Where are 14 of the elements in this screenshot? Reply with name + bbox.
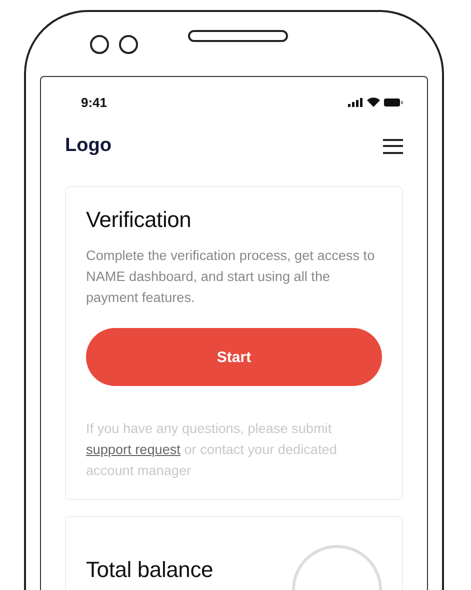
speaker-icon <box>188 30 288 42</box>
sensor-icon <box>119 34 138 54</box>
status-time: 9:41 <box>81 94 108 110</box>
battery-icon <box>384 98 403 106</box>
signal-icon <box>348 98 363 106</box>
support-request-link[interactable]: support request <box>86 442 180 457</box>
wifi-icon <box>367 97 380 107</box>
card-title: Total balance <box>86 557 214 583</box>
card-title: Verification <box>86 207 192 233</box>
logo[interactable]: Logo <box>65 135 112 157</box>
start-button[interactable]: Start <box>86 328 382 386</box>
camera-icon <box>90 34 109 54</box>
card-description: Complete the verification process, get access to NAME dashboard, and start using all the payment features. <box>86 247 376 307</box>
menu-icon[interactable] <box>383 138 403 154</box>
